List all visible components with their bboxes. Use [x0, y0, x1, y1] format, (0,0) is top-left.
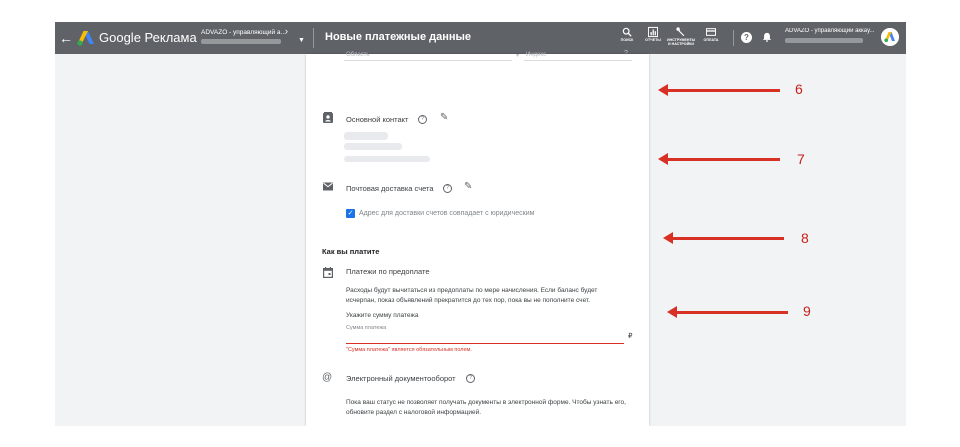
billing-form-card: Область ▾ Индекс ? Основной контакт ? ✎ … — [306, 50, 649, 426]
amount-input[interactable]: Сумма платежа — [346, 325, 386, 331]
dropdown-arrow-icon: ▼ — [298, 37, 305, 44]
same-address-label: Адрес для доставки счетов совпадает с юр… — [359, 210, 535, 217]
same-address-checkbox[interactable]: ✓ — [346, 209, 355, 218]
annotation-arrow — [658, 84, 780, 96]
at-sign-icon: @ — [322, 372, 333, 383]
contact-detail-blurred — [344, 143, 402, 150]
primary-contact-label: Основной контакт — [346, 115, 409, 124]
help-icon[interactable]: ? — [443, 184, 452, 193]
user-account[interactable]: ADVAZO - управляющий аккау... — [785, 28, 879, 43]
divider — [733, 30, 734, 46]
region-field-underline — [344, 60, 512, 61]
prepay-description: Расходы будут вычитаться из предоплаты п… — [346, 287, 598, 304]
how-you-pay-heading: Как вы платите — [322, 247, 380, 256]
search-icon — [622, 27, 632, 37]
account-switcher[interactable]: ADVAZO - управляющий а... › ▼ — [201, 26, 305, 49]
tool-tools-settings[interactable]: ИНСТРУМЕНТЫ И НАСТРОЙКИ — [667, 26, 695, 46]
tool-reports[interactable]: ОТЧЕТЫ — [639, 26, 667, 42]
avatar[interactable] — [881, 28, 899, 46]
arrow-left-icon[interactable]: ← — [59, 30, 73, 46]
app-window: ← Google Реклама ADVAZO - управляющий а.… — [55, 22, 906, 426]
help-icon[interactable]: ? — [418, 115, 427, 124]
edit-pencil-icon[interactable]: ✎ — [464, 181, 472, 192]
calendar-icon — [323, 267, 333, 278]
page-title: Новые платежные данные — [325, 31, 472, 43]
amount-error-message: "Сумма платежа" является обязательным по… — [346, 347, 472, 353]
help-icon[interactable]: ? — [466, 374, 475, 383]
annotation-number: 7 — [797, 151, 805, 167]
chevron-down-icon: ▾ — [516, 53, 520, 59]
account-name: ADVAZO - управляющий а... — [201, 29, 286, 36]
reports-icon — [648, 26, 658, 38]
divider — [313, 28, 314, 48]
edoc-label: Электронный документооборот — [346, 374, 456, 383]
tool-label: ПОИСК — [620, 38, 634, 42]
tool-billing[interactable]: ОПЛАТА — [697, 26, 725, 42]
amount-input-underline — [346, 343, 624, 344]
tool-label: ИНСТРУМЕНТЫ И НАСТРОЙКИ — [667, 38, 696, 46]
annotation-arrow — [663, 232, 784, 244]
account-id-blurred — [201, 39, 281, 44]
user-email-blurred — [785, 38, 863, 43]
help-icon[interactable]: ? — [741, 32, 752, 43]
tool-label: ОТЧЕТЫ — [645, 38, 661, 42]
edoc-description: Пока ваш статус не позволяет получать до… — [346, 399, 626, 416]
contact-card-icon — [323, 112, 333, 123]
mail-delivery-label: Почтовая доставка счета — [346, 184, 434, 193]
brand-name: Google Реклама — [99, 30, 197, 45]
google-ads-logo-icon — [77, 31, 94, 46]
region-field[interactable]: Область — [346, 52, 370, 58]
amount-label: Укажите сумму платежа — [346, 312, 419, 319]
prepay-label: Платежи по предоплате — [346, 267, 430, 276]
bell-icon[interactable] — [762, 31, 772, 43]
chevron-right-icon: › — [285, 26, 288, 36]
mail-icon — [323, 182, 333, 191]
postal-code-underline — [524, 60, 632, 61]
help-icon: ? — [624, 50, 628, 57]
user-name: ADVAZO - управляющий аккау... — [785, 28, 875, 34]
top-bar: ← Google Реклама ADVAZO - управляющий а.… — [55, 22, 906, 54]
annotation-number: 9 — [803, 303, 811, 319]
wrench-icon — [676, 27, 685, 37]
tool-label: ОПЛАТА — [703, 38, 719, 42]
currency-symbol: ₽ — [628, 333, 633, 340]
annotation-number: 8 — [801, 230, 809, 246]
tool-search[interactable]: ПОИСК — [613, 26, 641, 42]
annotation-number: 6 — [795, 81, 803, 97]
postal-code-field[interactable]: Индекс — [526, 52, 546, 58]
edit-pencil-icon[interactable]: ✎ — [440, 112, 448, 123]
credit-card-icon — [706, 28, 716, 36]
annotation-arrow — [658, 153, 780, 165]
contact-email-blurred — [344, 156, 430, 162]
annotation-arrow — [667, 306, 788, 318]
contact-name-blurred — [344, 132, 388, 140]
